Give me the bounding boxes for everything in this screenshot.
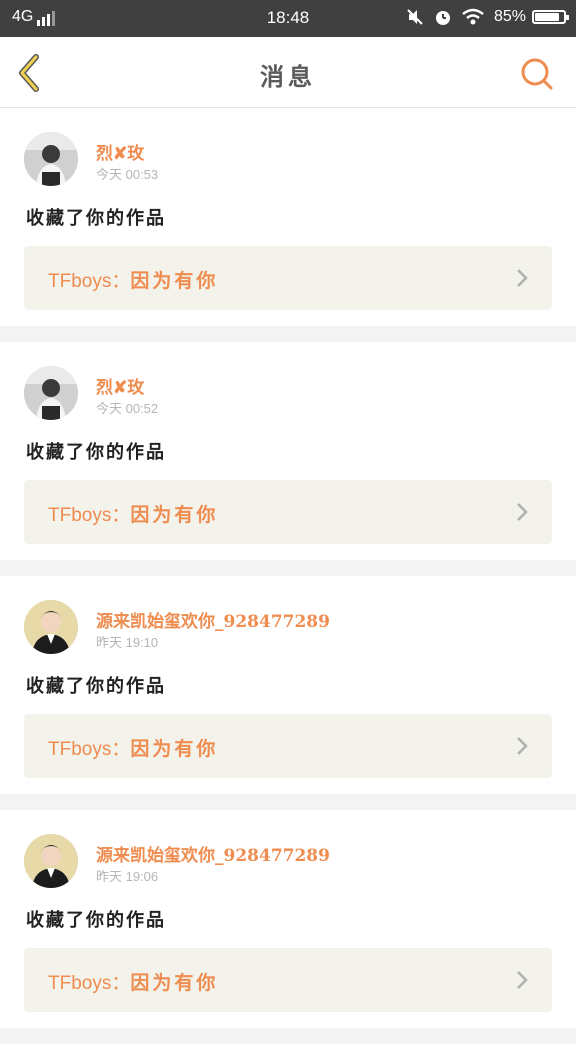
work-label: TFboys：因为有你	[48, 968, 218, 995]
work-prefix: TFboys：	[48, 271, 131, 292]
username[interactable]: 源来凯始玺欢你_928477289	[96, 607, 330, 632]
avatar[interactable]	[24, 834, 78, 888]
work-label: TFboys：因为有你	[48, 266, 218, 293]
alarm-icon	[435, 11, 450, 25]
page-title: 消息	[260, 62, 316, 91]
work-link[interactable]: TFboys：因为有你	[24, 714, 552, 778]
header: 消息	[0, 37, 576, 108]
search-icon[interactable]	[520, 57, 554, 91]
battery-icon	[532, 10, 569, 24]
avatar[interactable]	[24, 132, 78, 186]
timestamp: 昨天 19:10	[96, 635, 159, 650]
status-bar: 4G 18:48 85%	[0, 0, 576, 37]
work-label: TFboys：因为有你	[48, 734, 218, 761]
action-text: 收藏了你的作品	[26, 208, 166, 229]
username[interactable]: 烈✘玫	[96, 139, 144, 164]
work-title: 因为有你	[130, 504, 219, 526]
username[interactable]: 源来凯始玺欢你_928477289	[96, 841, 330, 866]
work-prefix: TFboys：	[48, 739, 131, 760]
chevron-right-icon	[517, 269, 528, 287]
action-text: 收藏了你的作品	[26, 442, 166, 463]
avatar[interactable]	[24, 366, 78, 420]
status-icons: 85%	[406, 8, 569, 26]
work-title: 因为有你	[130, 972, 219, 994]
battery-percent: 85%	[493, 8, 526, 25]
message-list: 烈✘玫 今天 00:53 收藏了你的作品 TFboys：因为有你 烈✘玫 今天 …	[0, 108, 576, 1044]
timestamp: 今天 00:52	[96, 401, 159, 416]
work-link[interactable]: TFboys：因为有你	[24, 948, 552, 1012]
timestamp: 今天 00:53	[96, 167, 159, 182]
work-label: TFboys：因为有你	[48, 500, 218, 527]
work-link[interactable]: TFboys：因为有你	[24, 246, 552, 310]
message-card: 烈✘玫 今天 00:53 收藏了你的作品 TFboys：因为有你	[0, 108, 576, 342]
action-text: 收藏了你的作品	[26, 676, 166, 697]
battery-level	[535, 13, 559, 21]
work-prefix: TFboys：	[48, 505, 131, 526]
chevron-right-icon	[517, 503, 528, 521]
work-title: 因为有你	[130, 738, 219, 760]
timestamp: 昨天 19:06	[96, 869, 159, 884]
chevron-right-icon	[517, 971, 528, 989]
work-title: 因为有你	[130, 270, 219, 292]
message-card: 烈✘玫 今天 00:52 收藏了你的作品 TFboys：因为有你	[0, 342, 576, 576]
action-text: 收藏了你的作品	[26, 910, 166, 931]
avatar[interactable]	[24, 600, 78, 654]
mute-icon	[407, 9, 423, 25]
work-prefix: TFboys：	[48, 973, 131, 994]
username[interactable]: 烈✘玫	[96, 373, 144, 398]
wifi-icon	[462, 8, 484, 25]
message-card: 源来凯始玺欢你_928477289 昨天 19:10 收藏了你的作品 TFboy…	[0, 576, 576, 810]
message-card: 源来凯始玺欢你_928477289 昨天 19:06 收藏了你的作品 TFboy…	[0, 810, 576, 1044]
chevron-right-icon	[517, 737, 528, 755]
work-link[interactable]: TFboys：因为有你	[24, 480, 552, 544]
